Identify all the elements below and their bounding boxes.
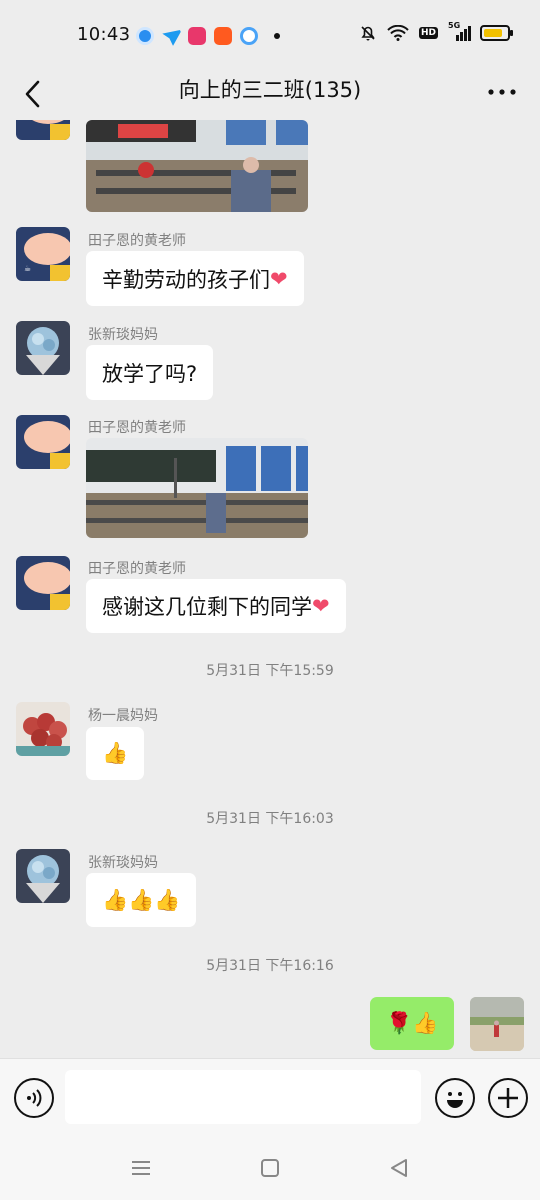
rose-thumbs-emoji: 🌹👍 [386, 1011, 439, 1035]
message-bubble[interactable]: 感谢这几位剩下的同学 ❤ [86, 579, 346, 633]
chat-header: 向上的三二班(135) [0, 70, 540, 120]
input-bar [0, 1058, 540, 1141]
my-avatar[interactable] [470, 997, 524, 1051]
telegram-app-icon [160, 25, 182, 47]
sender-name: 杨一晨妈妈 [88, 708, 158, 724]
signal-icon: 5G [448, 21, 471, 41]
system-nav-bar [0, 1140, 540, 1200]
sender-name: 张新琰妈妈 [88, 327, 158, 343]
voice-button[interactable] [14, 1078, 54, 1118]
sender-name: 田子恩的黄老师 [88, 420, 186, 436]
home-nav-icon[interactable] [260, 1158, 280, 1178]
avatar-parent[interactable] [16, 849, 70, 903]
classroom-photo[interactable] [86, 438, 308, 538]
system-indicators: HD 5G [359, 21, 513, 42]
classroom-photo[interactable] [86, 120, 308, 212]
message-bubble[interactable]: 👍 [86, 727, 145, 780]
heart-emoji: ❤ [270, 266, 288, 291]
shopping-app-icon [188, 27, 206, 45]
mute-icon [361, 26, 375, 41]
message-bubble[interactable]: 👍👍👍 [86, 873, 197, 927]
chat-title: 向上的三二班(135) [178, 78, 362, 102]
message-text: 感谢这几位剩下的同学 [102, 595, 312, 619]
network-type-label: 5G [448, 21, 461, 30]
sender-name: 田子恩的黄老师 [88, 561, 186, 577]
more-notifications-dot [274, 33, 280, 39]
browser-app-icon [136, 27, 154, 45]
message-text: 放学了吗? [102, 361, 198, 386]
sender-name: 田子恩的黄老师 [88, 233, 186, 249]
thumbs-up-emoji: 👍👍👍 [102, 887, 181, 912]
battery-icon [480, 25, 513, 41]
message-text: 辛勤劳动的孩子们 [102, 267, 270, 292]
thumbs-up-emoji: 👍 [102, 741, 129, 765]
avatar-teacher[interactable]: ☕ [16, 227, 70, 281]
avatar-teacher[interactable] [16, 556, 70, 610]
status-time: 10:43 [77, 24, 131, 45]
back-nav-icon[interactable] [389, 1158, 409, 1178]
plus-icon [498, 1088, 518, 1108]
avatar-parent[interactable] [16, 321, 70, 375]
avatar-parent[interactable] [16, 702, 70, 756]
timestamp: 5月31日 下午16:03 [206, 811, 334, 827]
hd-icon: HD [418, 27, 438, 39]
more-icon[interactable] [486, 84, 518, 100]
heart-emoji: ❤ [312, 594, 330, 618]
emoji-icon [447, 1092, 463, 1108]
status-bar: 10:43 HD 5G [0, 0, 540, 70]
menu-nav-icon[interactable] [131, 1158, 151, 1178]
message-bubble[interactable]: 辛勤劳动的孩子们 ❤ [86, 251, 304, 306]
message-input[interactable] [65, 1070, 421, 1124]
avatar-teacher[interactable] [16, 415, 70, 469]
message-list[interactable]: ☕ 田子恩的黄老师 辛勤劳动的孩子们 ❤ 张新琰妈妈 放学了吗? 田子恩的黄老师 … [0, 120, 540, 1058]
sender-name: 张新琰妈妈 [88, 855, 158, 871]
my-message-bubble[interactable]: 🌹👍 [370, 997, 455, 1050]
taobao-app-icon [214, 27, 232, 45]
voice-icon [27, 1089, 42, 1107]
circle-app-icon [240, 27, 258, 45]
avatar-teacher[interactable] [16, 120, 70, 140]
timestamp: 5月31日 下午16:16 [206, 958, 334, 974]
emoji-button[interactable] [435, 1078, 475, 1118]
svg-text:☕: ☕ [24, 264, 31, 273]
notification-icons [136, 26, 280, 46]
wifi-icon [387, 25, 409, 41]
timestamp: 5月31日 下午15:59 [206, 663, 334, 679]
plus-button[interactable] [488, 1078, 528, 1118]
message-bubble[interactable]: 放学了吗? [86, 345, 214, 400]
